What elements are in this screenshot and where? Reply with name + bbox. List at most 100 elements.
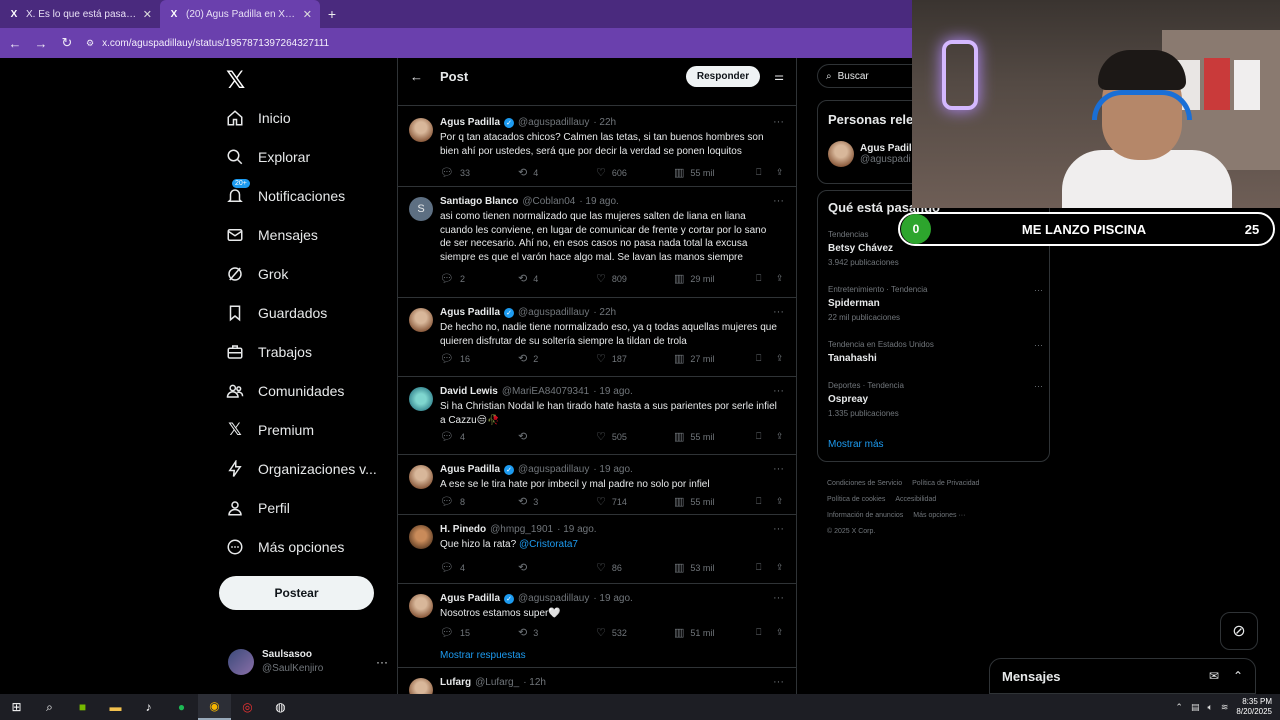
show-replies-link[interactable]: Mostrar respuestas — [440, 650, 526, 661]
show-more-link[interactable]: Mostrar más — [828, 439, 884, 450]
tweet-author[interactable]: H. Pinedo — [440, 524, 486, 535]
avatar[interactable] — [409, 525, 433, 549]
retweet-action[interactable]: ⟲ — [518, 561, 596, 574]
footer-link[interactable]: Política de cookies — [827, 496, 885, 503]
tweet-time[interactable]: · 19 ago. — [593, 386, 632, 397]
footer-link[interactable]: Condiciones de Servicio — [827, 480, 902, 487]
trend-item[interactable]: Tendencia en Estados Unidos Tanahashi ··… — [828, 340, 1043, 364]
share-icon[interactable]: ⇪ — [776, 627, 786, 638]
forward-arrow-icon[interactable]: → — [34, 36, 48, 51]
new-message-icon[interactable]: ✉ — [1209, 669, 1219, 683]
share-icon[interactable]: ⇪ — [776, 353, 786, 364]
nav-item-comunidades[interactable]: Comunidades — [226, 379, 344, 403]
tweet-author[interactable]: Agus Padilla — [440, 117, 500, 128]
tweet[interactable]: S Santiago Blanco @Coblan04 · 19 ago. ··… — [398, 187, 796, 298]
back-arrow-icon[interactable]: ← — [8, 36, 22, 51]
footer-link[interactable]: Política de Privacidad — [912, 480, 979, 487]
tweet-time[interactable]: · 19 ago. — [579, 196, 618, 207]
more-dots-icon[interactable]: ··· — [773, 523, 784, 535]
like-action[interactable]: ♡ 809 — [596, 272, 674, 285]
like-action[interactable]: ♡ 86 — [596, 561, 674, 574]
avatar[interactable] — [409, 308, 433, 332]
recorder-icon[interactable]: ◎ — [231, 694, 264, 720]
tweet[interactable]: Agus Padilla ✓ @aguspadillauy · 19 ago. … — [398, 455, 796, 515]
grok-float-button[interactable]: ⊘ — [1220, 612, 1258, 650]
new-tab-button[interactable]: + — [320, 0, 344, 28]
like-action[interactable]: ♡ 606 — [596, 166, 674, 179]
avatar[interactable] — [409, 678, 433, 694]
more-dots-icon[interactable]: ··· — [773, 592, 784, 604]
views-action[interactable]: ▥ 55 mil — [674, 495, 756, 508]
tweet[interactable]: Agus Padilla ✓ @aguspadillauy · 22h ··· … — [398, 298, 796, 377]
tweet-time[interactable]: · 22h — [593, 117, 616, 128]
trend-item[interactable]: Entretenimiento · Tendencia Spiderman 22… — [828, 285, 1043, 322]
avatar[interactable] — [409, 465, 433, 489]
share-icon[interactable]: ⇪ — [776, 431, 786, 442]
nav-item-premium[interactable]: 𝕏 Premium — [226, 418, 314, 442]
more-dots-icon[interactable]: ··· — [773, 676, 784, 688]
messages-drawer[interactable]: Mensajes ✉ ⌃ — [989, 658, 1256, 694]
views-action[interactable]: ▥ 55 mil — [674, 166, 756, 179]
bookmark-icon[interactable]: ⎕ — [756, 496, 776, 507]
nav-item-grok[interactable]: Grok — [226, 262, 288, 286]
url-field[interactable]: ⚙ x.com/aguspadillauy/status/19578713972… — [86, 38, 329, 49]
bookmark-icon[interactable]: ⎕ — [756, 353, 776, 364]
avatar[interactable] — [409, 594, 433, 618]
tweet[interactable]: David Lewis @MariEA84079341 · 19 ago. ··… — [398, 377, 796, 455]
reply-action[interactable]: 💬︎ 15 — [440, 626, 518, 639]
tweet-author[interactable]: Santiago Blanco — [440, 196, 518, 207]
nav-item-organizaciones[interactable]: Organizaciones v... — [226, 457, 377, 481]
search-icon[interactable]: ⌕ — [33, 694, 66, 720]
bookmark-icon[interactable]: ⎕ — [756, 627, 776, 638]
reply-action[interactable]: 💬︎ 16 — [440, 352, 518, 365]
nav-item-mas-opciones[interactable]: Más opciones — [226, 535, 344, 559]
volume-icon[interactable]: 🔈︎ — [1207, 702, 1212, 713]
nav-item-notificaciones[interactable]: 20+ Notificaciones — [226, 179, 345, 208]
clock[interactable]: 8:35 PM 8/20/2025 — [1236, 697, 1272, 717]
sliders-icon[interactable]: ⚌ — [774, 70, 784, 83]
reply-action[interactable]: 💬︎ 33 — [440, 166, 518, 179]
folder-icon[interactable]: ▬ — [99, 694, 132, 720]
more-dots-icon[interactable]: ··· — [773, 195, 784, 207]
nav-item-guardados[interactable]: Guardados — [226, 301, 327, 325]
reply-action[interactable]: 💬︎ 2 — [440, 272, 518, 285]
more-dots-icon[interactable]: ··· — [376, 655, 388, 669]
nav-item-inicio[interactable]: Inicio — [226, 106, 291, 130]
tiktok-icon[interactable]: ♪ — [132, 694, 165, 720]
chevron-up-icon[interactable]: ⌃ — [1175, 702, 1183, 713]
tweet-author[interactable]: Agus Padilla — [440, 593, 500, 604]
search-input[interactable]: ⌕ Buscar — [817, 64, 917, 88]
mention-link[interactable]: @Cristorata7 — [519, 539, 578, 550]
retweet-action[interactable]: ⟲ 2 — [518, 352, 596, 365]
close-icon[interactable]: ✕ — [143, 8, 152, 21]
footer-link[interactable]: Accesibilidad — [895, 496, 936, 503]
spotify-icon[interactable]: ● — [165, 694, 198, 720]
reply-action[interactable]: 💬︎ 4 — [440, 561, 518, 574]
chrome-icon[interactable]: ◉ — [198, 694, 231, 720]
share-icon[interactable]: ⇪ — [776, 496, 786, 507]
reply-action[interactable]: 💬︎ 8 — [440, 495, 518, 508]
avatar[interactable] — [409, 387, 433, 411]
retweet-action[interactable]: ⟲ 4 — [518, 272, 596, 285]
tweet-time[interactable]: · 22h — [593, 307, 616, 318]
like-action[interactable]: ♡ 505 — [596, 430, 674, 443]
trend-item[interactable]: Deportes · Tendencia Ospreay 1.335 publi… — [828, 381, 1043, 418]
retweet-action[interactable]: ⟲ — [518, 430, 596, 443]
bookmark-icon[interactable]: ⎕ — [756, 167, 776, 178]
nav-item-perfil[interactable]: Perfil — [226, 496, 290, 520]
tweet-time[interactable]: · 19 ago. — [557, 524, 596, 535]
chevron-up-icon[interactable]: ⌃ — [1233, 669, 1243, 683]
views-action[interactable]: ▥ 53 mil — [674, 561, 756, 574]
retweet-action[interactable]: ⟲ 4 — [518, 166, 596, 179]
views-action[interactable]: ▥ 55 mil — [674, 430, 756, 443]
reply-button[interactable]: Responder — [685, 65, 761, 87]
like-action[interactable]: ♡ 532 — [596, 626, 674, 639]
windows-start-icon[interactable]: ⊞ — [0, 694, 33, 720]
tweet-time[interactable]: · 12h — [523, 677, 546, 688]
tweet-author[interactable]: Agus Padilla — [440, 464, 500, 475]
views-action[interactable]: ▥ 27 mil — [674, 352, 756, 365]
more-dots-icon[interactable]: ··· — [1034, 285, 1043, 295]
more-dots-icon[interactable]: ··· — [1034, 340, 1043, 350]
footer-link[interactable]: Más opciones ··· — [913, 512, 965, 519]
more-dots-icon[interactable]: ··· — [1034, 381, 1043, 391]
